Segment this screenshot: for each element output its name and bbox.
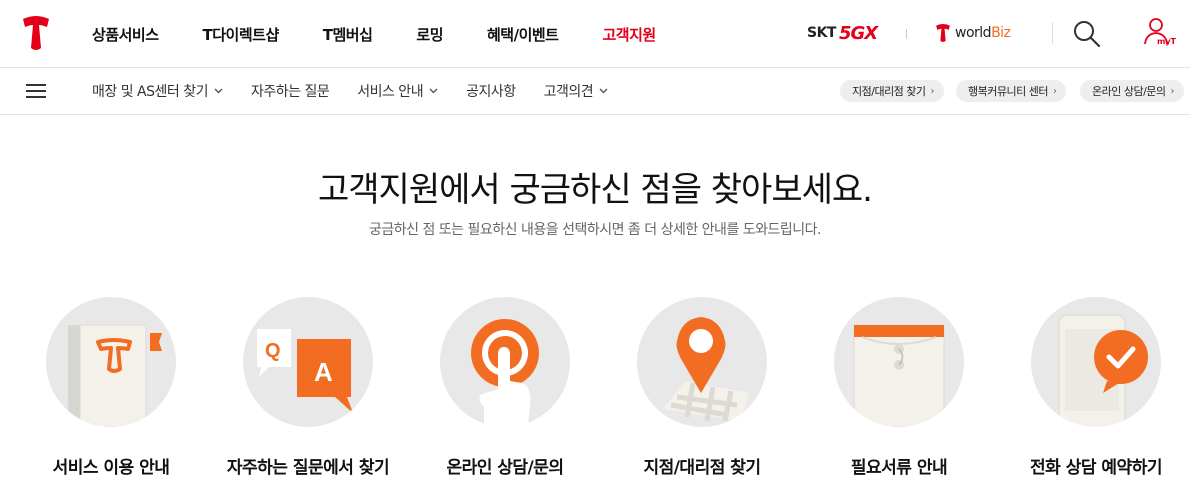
t-logo-icon[interactable] — [20, 14, 52, 52]
card-icon-circle — [834, 297, 964, 427]
card-label: 서비스 이용 안내 — [52, 458, 170, 478]
lnb-item-label: 매장 및 AS센터 찾기 — [92, 84, 208, 100]
search-icon[interactable] — [1072, 19, 1102, 49]
gnb-item-tdirect-shop[interactable]: T다이렉트샵 — [203, 24, 280, 45]
support-sub-nav: 매장 및 AS센터 찾기 자주하는 질문 서비스 안내 공지사항 고객의견 지점… — [0, 68, 1190, 115]
card-icon-circle — [46, 297, 176, 427]
quick-link-label: 행복커뮤니티 센터 — [968, 85, 1048, 98]
skt-label: SKT — [807, 25, 836, 41]
gnb-item-tmembership[interactable]: T멤버십 — [323, 24, 373, 45]
service-guide-book-icon — [68, 324, 162, 427]
myt-button[interactable]: myT — [1140, 16, 1180, 52]
gnb-item-events[interactable]: 혜택/이벤트 — [487, 24, 559, 45]
hamburger-menu-icon[interactable] — [26, 84, 46, 98]
lnb-item-faq[interactable]: 자주하는 질문 — [250, 81, 330, 101]
lnb-item-service-guide[interactable]: 서비스 안내 — [357, 81, 438, 101]
card-service-guide[interactable]: 서비스 이용 안내 — [11, 297, 211, 478]
card-icon-circle — [637, 297, 767, 427]
chevron-down-icon — [599, 88, 608, 94]
card-store-find[interactable]: 지점/대리점 찾기 — [602, 297, 802, 478]
card-label: 필요서류 안내 — [850, 458, 948, 478]
user-icon — [1144, 18, 1168, 45]
lnb-item-store-find[interactable]: 매장 및 AS센터 찾기 — [92, 81, 223, 101]
gnb-item-roaming[interactable]: 로밍 — [416, 24, 443, 45]
map-pin-icon — [663, 317, 749, 422]
lnb-item-notice[interactable]: 공지사항 — [466, 81, 516, 101]
chevron-right-icon: › — [930, 85, 935, 97]
card-documents[interactable]: 필요서류 안내 — [799, 297, 999, 478]
quick-link-label: 온라인 상담/문의 — [1092, 85, 1166, 98]
phone-reservation-check-icon — [1058, 314, 1148, 427]
gnb-item-products[interactable]: 상품서비스 — [92, 24, 159, 45]
lnb-item-label: 서비스 안내 — [357, 84, 424, 100]
card-faq[interactable]: Q A 자주하는 질문에서 찾기 — [208, 297, 408, 478]
card-label: 지점/대리점 찾기 — [643, 458, 761, 478]
card-phone-reservation[interactable]: 전화 상담 예약하기 — [996, 297, 1190, 478]
myt-label: myT — [1157, 37, 1177, 46]
online-consult-touch-icon — [471, 319, 539, 427]
worldbiz-logo[interactable]: worldBiz — [934, 22, 1011, 44]
card-icon-circle — [1031, 297, 1161, 427]
support-sub-menu: 매장 및 AS센터 찾기 자주하는 질문 서비스 안내 공지사항 고객의견 — [92, 68, 636, 114]
header-divider — [906, 29, 907, 39]
global-header: 상품서비스 T다이렉트샵 T멤버십 로밍 혜택/이벤트 고객지원 SKT 5GX… — [0, 0, 1190, 68]
quick-link-store[interactable]: 지점/대리점 찾기 › — [840, 80, 945, 102]
card-label: 자주하는 질문에서 찾기 — [226, 458, 390, 478]
worldbiz-world-text: world — [955, 25, 992, 41]
quick-link-community[interactable]: 행복커뮤니티 센터 › — [956, 80, 1067, 102]
gnb-item-customer-support[interactable]: 고객지원 — [602, 24, 656, 45]
card-label: 온라인 상담/문의 — [446, 458, 564, 478]
lnb-item-label: 고객의견 — [543, 84, 594, 100]
card-icon-circle: Q A — [243, 297, 373, 427]
page-title: 고객지원에서 궁금하신 점을 찾아보세요. — [318, 170, 873, 210]
chevron-right-icon: › — [1170, 85, 1175, 97]
page-subtitle: 궁금하신 점 또는 필요하신 내용을 선택하시면 좀 더 상세한 안내를 도와드… — [369, 222, 822, 238]
header-divider-2 — [1052, 22, 1053, 44]
skt-5gx-logo[interactable]: SKT 5GX — [807, 21, 878, 45]
worldbiz-t-icon — [936, 24, 950, 42]
card-online-consult[interactable]: 온라인 상담/문의 — [405, 297, 605, 478]
chevron-down-icon — [214, 88, 223, 94]
svg-text:A: A — [314, 357, 333, 387]
svg-text:Q: Q — [265, 340, 281, 362]
quick-link-label: 지점/대리점 찾기 — [852, 85, 926, 98]
worldbiz-biz-text: Biz — [991, 25, 1011, 41]
fivegx-label: 5GX — [838, 22, 878, 44]
lnb-item-opinion[interactable]: 고객의견 — [544, 81, 609, 101]
qa-icon: Q A — [257, 329, 353, 413]
lnb-item-label: 자주하는 질문 — [250, 84, 330, 100]
lnb-item-label: 공지사항 — [466, 84, 516, 100]
worldbiz-label: worldBiz — [955, 25, 1011, 41]
card-label: 전화 상담 예약하기 — [1030, 458, 1162, 478]
document-envelope-icon — [853, 325, 945, 427]
quick-link-online-consult[interactable]: 온라인 상담/문의 › — [1080, 80, 1185, 102]
chevron-down-icon — [429, 88, 438, 94]
global-nav-menu: 상품서비스 T다이렉트샵 T멤버십 로밍 혜택/이벤트 고객지원 — [92, 0, 700, 68]
card-icon-circle — [440, 297, 570, 427]
chevron-right-icon: › — [1052, 85, 1057, 97]
